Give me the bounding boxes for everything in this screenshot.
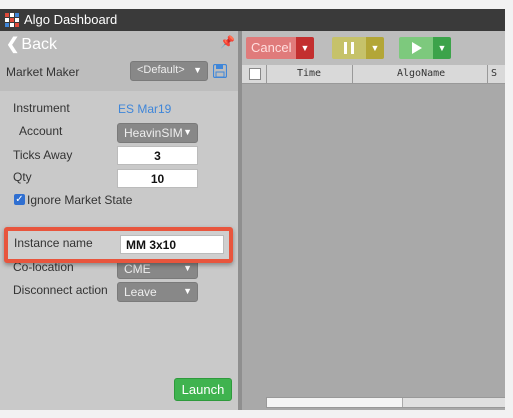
disconnect-action-select[interactable]: Leave ▼ bbox=[117, 282, 198, 302]
settings-header: ❮ Back 📌 Market Maker <Default> ▼ bbox=[0, 31, 238, 91]
title-bar: Algo Dashboard bbox=[0, 9, 505, 31]
save-icon[interactable] bbox=[213, 64, 227, 78]
column-divider[interactable] bbox=[487, 65, 488, 83]
pause-dropdown-button[interactable]: ▼ bbox=[366, 37, 384, 59]
cancel-button[interactable]: Cancel bbox=[246, 37, 296, 59]
app-logo-icon bbox=[5, 13, 19, 27]
market-maker-select[interactable]: <Default> ▼ bbox=[130, 61, 208, 81]
ticks-away-input[interactable]: 3 bbox=[117, 146, 198, 165]
instance-name-label: Instance name bbox=[14, 236, 93, 250]
ignore-market-state-label: Ignore Market State bbox=[27, 193, 133, 207]
disconnect-action-label: Disconnect action bbox=[13, 283, 108, 297]
column-header-s[interactable]: S bbox=[491, 68, 497, 79]
orders-grid-header: Time AlgoName S bbox=[242, 65, 505, 84]
instance-name-highlight: Instance name MM 3x10 bbox=[4, 227, 233, 263]
market-maker-value: <Default> bbox=[137, 64, 185, 76]
disconnect-action-value: Leave bbox=[124, 285, 157, 299]
pin-icon[interactable]: 📌 bbox=[220, 35, 235, 49]
chevron-down-icon: ▼ bbox=[370, 43, 380, 53]
qty-input[interactable]: 10 bbox=[117, 169, 198, 188]
chevron-left-icon: ❮ bbox=[6, 36, 20, 53]
chevron-down-icon: ▼ bbox=[300, 43, 310, 53]
co-location-value: CME bbox=[124, 262, 151, 276]
column-divider[interactable] bbox=[352, 65, 353, 83]
back-label: Back bbox=[21, 36, 57, 53]
pause-button[interactable] bbox=[332, 37, 366, 59]
column-divider[interactable] bbox=[266, 65, 267, 83]
select-all-checkbox[interactable] bbox=[249, 68, 261, 80]
orders-toolbar: Cancel ▼ ▼ ▼ bbox=[242, 31, 505, 65]
cancel-dropdown-button[interactable]: ▼ bbox=[296, 37, 314, 59]
column-header-time[interactable]: Time bbox=[297, 68, 321, 79]
play-icon bbox=[412, 42, 422, 54]
chevron-down-icon: ▼ bbox=[183, 286, 192, 296]
column-header-algoname[interactable]: AlgoName bbox=[397, 68, 445, 79]
instance-name-value: MM 3x10 bbox=[126, 238, 177, 252]
scrollbar-thumb[interactable] bbox=[267, 398, 403, 407]
window-title: Algo Dashboard bbox=[24, 12, 118, 27]
market-maker-label: Market Maker bbox=[6, 65, 80, 79]
ticks-away-value: 3 bbox=[154, 149, 161, 163]
account-value: HeavinSIM bbox=[124, 126, 183, 140]
algo-settings-panel: ❮ Back 📌 Market Maker <Default> ▼ Instrum… bbox=[0, 31, 238, 410]
account-label: Account bbox=[19, 124, 63, 138]
ticks-away-label: Ticks Away bbox=[13, 148, 73, 162]
start-button[interactable] bbox=[399, 37, 433, 59]
qty-value: 10 bbox=[150, 172, 165, 186]
pause-icon bbox=[344, 42, 354, 54]
horizontal-scrollbar[interactable] bbox=[266, 397, 505, 408]
algo-dashboard-window: Algo Dashboard ❮ Back 📌 Market Maker <Def… bbox=[0, 0, 505, 410]
chevron-down-icon: ▼ bbox=[183, 263, 192, 273]
qty-label: Qty bbox=[13, 170, 32, 184]
account-select[interactable]: HeavinSIM ▼ bbox=[117, 123, 198, 143]
instance-name-input[interactable]: MM 3x10 bbox=[120, 235, 224, 254]
ignore-market-state-checkbox[interactable]: ✓ bbox=[14, 194, 25, 205]
launch-button[interactable]: Launch bbox=[174, 378, 232, 401]
top-strip bbox=[0, 0, 505, 9]
start-dropdown-button[interactable]: ▼ bbox=[433, 37, 451, 59]
back-button[interactable]: ❮ Back bbox=[6, 34, 57, 54]
chevron-down-icon: ▼ bbox=[183, 127, 192, 137]
algo-orders-panel: Cancel ▼ ▼ ▼ Time AlgoName S bbox=[242, 31, 505, 410]
chevron-down-icon: ▼ bbox=[193, 65, 202, 75]
instrument-value[interactable]: ES Mar19 bbox=[118, 102, 171, 116]
chevron-down-icon: ▼ bbox=[437, 43, 447, 53]
instrument-label: Instrument bbox=[13, 101, 70, 115]
